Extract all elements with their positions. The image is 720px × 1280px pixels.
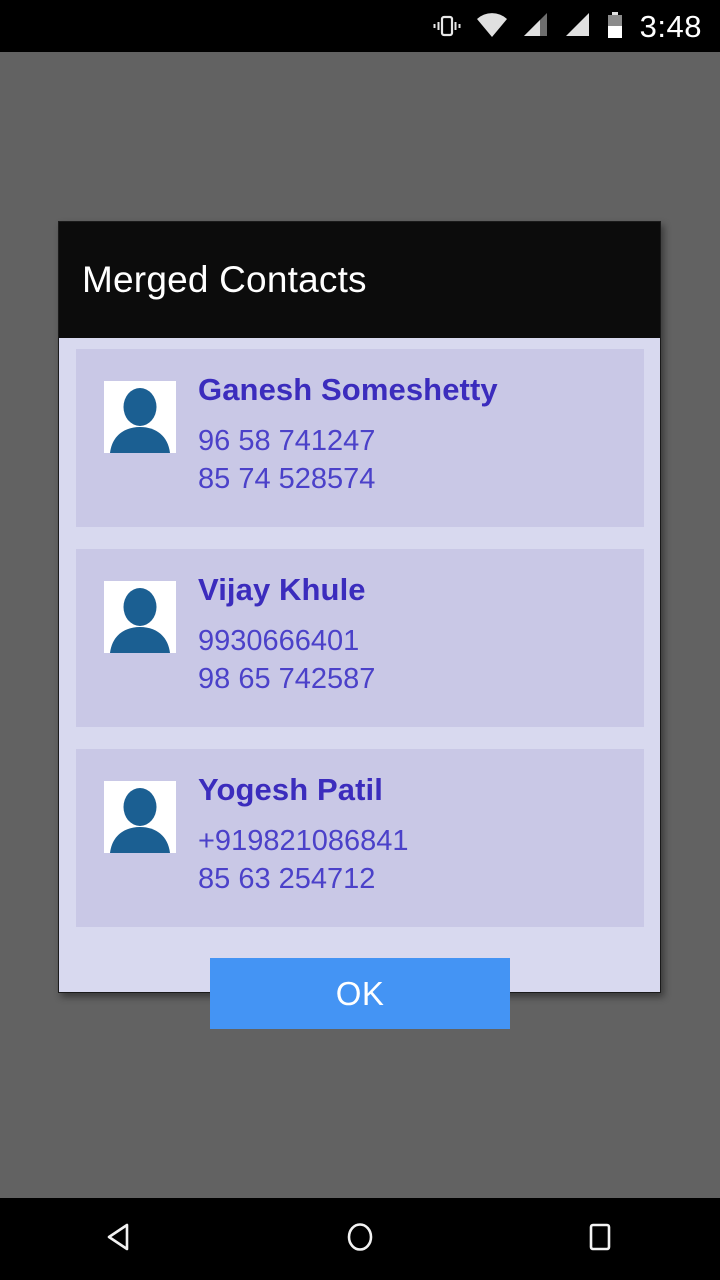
contacts-list: Ganesh Someshetty 96 58 741247 85 74 528… [59, 338, 660, 1029]
vibrate-icon [432, 11, 462, 41]
contact-name: Vijay Khule [198, 572, 366, 607]
home-button[interactable] [300, 1198, 420, 1280]
contact-phone-primary: 9930666401 [198, 624, 360, 657]
contact-name: Ganesh Someshetty [198, 372, 498, 407]
recents-icon [582, 1219, 618, 1260]
person-avatar-icon [104, 781, 176, 853]
back-icon [102, 1219, 138, 1260]
dialog-title: Merged Contacts [82, 258, 367, 300]
contact-details: Vijay Khule 9930666401 98 65 742587 [198, 571, 375, 698]
contact-row[interactable]: Yogesh Patil +919821086841 85 63 254712 [76, 749, 644, 927]
contact-phone-secondary: 98 65 742587 [198, 663, 376, 696]
contact-details: Yogesh Patil +919821086841 85 63 254712 [198, 771, 408, 898]
contact-phone-primary: 96 58 741247 [198, 424, 376, 457]
contact-row[interactable]: Vijay Khule 9930666401 98 65 742587 [76, 549, 644, 727]
ok-button[interactable]: OK [210, 958, 510, 1029]
person-avatar-icon [104, 581, 176, 653]
status-bar-clock: 3:48 [639, 8, 702, 44]
dialog-footer: OK [76, 949, 644, 1029]
contact-details: Ganesh Someshetty 96 58 741247 85 74 528… [198, 371, 498, 498]
contact-name: Yogesh Patil [198, 772, 383, 807]
status-bar: 3:48 [0, 0, 720, 52]
signal-sim1-icon [522, 11, 550, 41]
contact-phone-primary: +919821086841 [198, 824, 409, 857]
merged-contacts-dialog: Merged Contacts Ganesh Someshetty 96 58 … [58, 221, 661, 1029]
contact-phone-secondary: 85 63 254712 [198, 863, 376, 896]
wifi-icon [476, 11, 508, 41]
battery-icon [606, 11, 624, 41]
person-avatar-icon [104, 381, 176, 453]
contact-row[interactable]: Ganesh Someshetty 96 58 741247 85 74 528… [76, 349, 644, 527]
back-button[interactable] [60, 1198, 180, 1280]
home-icon [342, 1219, 378, 1260]
signal-sim2-icon [564, 11, 592, 41]
recents-button[interactable] [540, 1198, 660, 1280]
contact-phone-secondary: 85 74 528574 [198, 463, 376, 496]
dialog-title-bar: Merged Contacts [59, 222, 660, 338]
phone-screen: 3:48 Merged Contacts Ganesh Someshetty 9… [0, 0, 720, 1280]
navigation-bar [0, 1198, 720, 1280]
